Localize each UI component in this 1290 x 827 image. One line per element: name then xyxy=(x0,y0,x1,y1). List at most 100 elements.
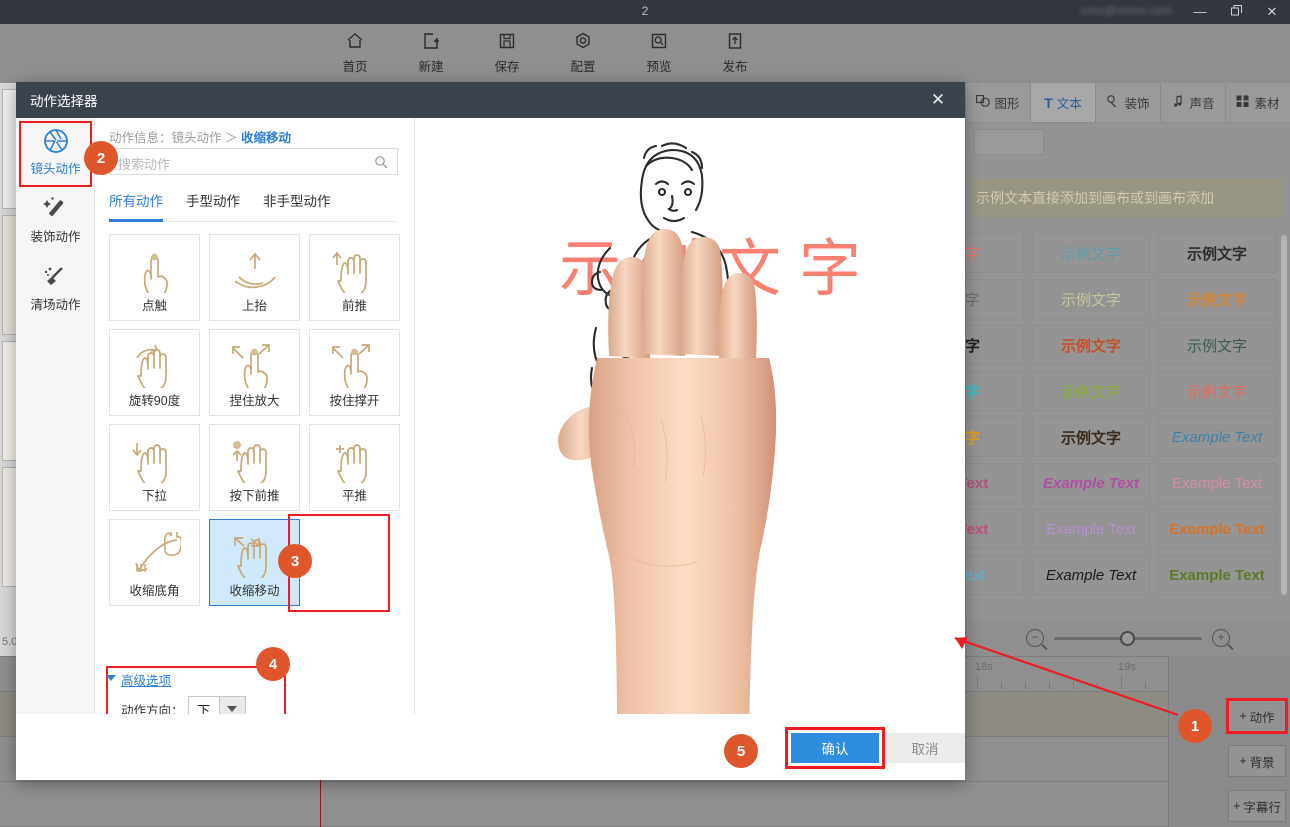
text-style-cell[interactable]: 文字 xyxy=(966,371,1024,411)
text-panel-banner[interactable]: 示例文本直接添加到画布或到画布添加 xyxy=(972,179,1284,217)
action-card-flat-push-hand[interactable]: 平推 xyxy=(309,424,400,511)
tab-shape[interactable]: 图形 xyxy=(966,83,1031,122)
toolbar-publish[interactable]: 发布 xyxy=(710,28,760,75)
dialog-titlebar: 动作选择器 ✕ xyxy=(16,82,965,118)
toolbar-save[interactable]: 保存 xyxy=(482,28,532,75)
action-card-push-forward-hand[interactable]: 前推 xyxy=(309,234,400,321)
timeline-track-row[interactable] xyxy=(0,782,1168,827)
cancel-button[interactable]: 取消 xyxy=(885,733,965,763)
add-background-button[interactable]: + 背景 xyxy=(1228,745,1286,777)
sidebar-item-camera-action[interactable]: 镜头动作 xyxy=(16,118,95,186)
zoom-in-icon[interactable]: + xyxy=(1212,629,1230,647)
text-style-cell[interactable]: Example Text xyxy=(1158,509,1276,549)
add-action-button[interactable]: + 动作 xyxy=(1226,698,1288,734)
text-style-sample: 文字 xyxy=(966,291,980,309)
aperture-icon xyxy=(43,128,69,154)
add-subtitle-button[interactable]: + 字幕行 xyxy=(1228,790,1286,822)
breadcrumb: 动作信息：镜头动作 ＞ 收缩移动 xyxy=(109,127,291,146)
tab-text-label: 文本 xyxy=(1056,97,1082,111)
text-style-cell[interactable]: le Text xyxy=(966,463,1024,503)
toolbar-home[interactable]: 首页 xyxy=(330,28,380,75)
text-style-sample: 示例文字 xyxy=(1186,291,1247,309)
action-card-tap-hand[interactable]: 点触 xyxy=(109,234,200,321)
zoom-slider-knob[interactable] xyxy=(1120,630,1135,646)
toolbar-new[interactable]: 新建 xyxy=(406,28,456,75)
tab-hand-actions[interactable]: 手型动作 xyxy=(186,190,240,221)
confirm-button[interactable]: 确认 xyxy=(791,733,879,763)
text-style-cell[interactable]: 示例文字 xyxy=(1158,371,1276,411)
text-style-cell[interactable]: 文字 xyxy=(966,233,1024,273)
panel-scrollbar[interactable] xyxy=(1281,235,1287,595)
tab-decorate[interactable]: 装饰 xyxy=(1096,83,1161,122)
push-forward-hand-icon xyxy=(329,241,381,293)
text-style-sample: Example Text xyxy=(1171,428,1263,446)
zoom-out-icon[interactable]: − xyxy=(1026,629,1044,647)
text-style-cell[interactable]: Example Text xyxy=(1032,509,1150,549)
maximize-button[interactable] xyxy=(1218,0,1254,24)
text-style-sample: 示例文字 xyxy=(1060,383,1121,401)
minimize-button[interactable]: — xyxy=(1182,0,1218,24)
action-card-pull-down-hand[interactable]: 下拉 xyxy=(109,424,200,511)
text-style-cell[interactable]: 文字 xyxy=(966,279,1024,319)
dialog-footer: 确认 取消 xyxy=(16,714,965,780)
text-style-cell[interactable]: Example Text xyxy=(1158,417,1276,457)
zoom-slider[interactable] xyxy=(1054,630,1202,646)
action-card-hold-spread-hand[interactable]: 按住撑开 xyxy=(309,329,400,416)
add-subtitle-plus: + xyxy=(1233,799,1241,813)
dialog-close-button[interactable]: ✕ xyxy=(921,82,955,118)
tab-all-actions[interactable]: 所有动作 xyxy=(109,190,163,222)
text-style-sample: 示例文字 xyxy=(1060,245,1121,263)
chevron-down-icon[interactable] xyxy=(106,675,116,681)
text-style-cell[interactable]: Example Text xyxy=(1158,555,1276,595)
close-button[interactable]: ✕ xyxy=(1254,0,1290,24)
callout-badge-3: 3 xyxy=(278,544,312,578)
ruler-tick xyxy=(977,675,978,689)
add-action-label: 动作 xyxy=(1249,710,1275,725)
text-style-cell[interactable]: 示例文字 xyxy=(1158,325,1276,365)
action-card-label: 下拉 xyxy=(141,489,167,503)
search-icon[interactable] xyxy=(374,155,388,172)
broom-icon xyxy=(42,264,70,290)
text-style-cell[interactable]: 示例文字 xyxy=(1032,325,1150,365)
ruler-tick xyxy=(1073,682,1074,689)
text-style-cell[interactable]: 示例文字 xyxy=(1032,417,1150,457)
toolbar-settings-label: 配置 xyxy=(570,60,596,74)
tab-text[interactable]: T 文本 xyxy=(1031,83,1096,122)
action-card-shrink-corner-hand[interactable]: 收缩底角 xyxy=(109,519,200,606)
action-card-press-push-hand[interactable]: 按下前推 xyxy=(209,424,300,511)
ruler-tick xyxy=(1025,682,1026,689)
tab-sound[interactable]: 声音 xyxy=(1161,83,1226,122)
timeline-left-value: 5.0 xyxy=(2,636,18,648)
text-style-cell[interactable]: le Text xyxy=(966,509,1024,549)
toolbar-preview[interactable]: 预览 xyxy=(634,28,684,75)
advanced-options-title[interactable]: 高级选项 xyxy=(121,670,171,689)
text-style-cell[interactable]: 文字 xyxy=(966,417,1024,457)
lift-up-hand-icon xyxy=(229,241,281,293)
search-input[interactable]: 搜索动作 xyxy=(109,148,398,175)
text-style-cell[interactable]: 文字 xyxy=(966,325,1024,365)
tab-nonhand-actions[interactable]: 非手型动作 xyxy=(263,190,331,221)
text-style-cell[interactable]: Example Text xyxy=(1032,555,1150,595)
sidebar-item-clear-action-label: 清场动作 xyxy=(30,297,81,312)
rotate-90-hand-icon xyxy=(129,336,181,388)
text-style-cell[interactable]: 示例文字 xyxy=(1032,371,1150,411)
text-style-sample: 示例文字 xyxy=(1186,245,1247,263)
text-style-cell[interactable]: Example Text xyxy=(1158,463,1276,503)
text-style-cell[interactable]: 示例文字 xyxy=(1158,233,1276,273)
text-style-cell[interactable]: 示例文字 xyxy=(1158,279,1276,319)
tab-material[interactable]: 素材 xyxy=(1226,83,1290,122)
text-style-cell[interactable]: 示例文字 xyxy=(1032,279,1150,319)
toolbar-settings[interactable]: 配置 xyxy=(558,28,608,75)
action-card-label: 收缩移动 xyxy=(229,584,280,598)
text-style-cell[interactable]: e Text xyxy=(966,555,1024,595)
text-style-cell[interactable]: Example Text xyxy=(1032,463,1150,503)
hand-photo xyxy=(558,228,777,734)
action-card-rotate-90-hand[interactable]: 旋转90度 xyxy=(109,329,200,416)
text-style-sample: Example Text xyxy=(1169,566,1265,584)
sidebar-item-clear-action[interactable]: 清场动作 xyxy=(16,254,95,322)
text-style-cell[interactable]: 示例文字 xyxy=(1032,233,1150,273)
sidebar-item-decorate-action[interactable]: 装饰动作 xyxy=(16,186,95,254)
panel-search-input[interactable] xyxy=(974,129,1044,155)
action-card-lift-up-hand[interactable]: 上抬 xyxy=(209,234,300,321)
action-card-pinch-zoom-hand[interactable]: 捏住放大 xyxy=(209,329,300,416)
